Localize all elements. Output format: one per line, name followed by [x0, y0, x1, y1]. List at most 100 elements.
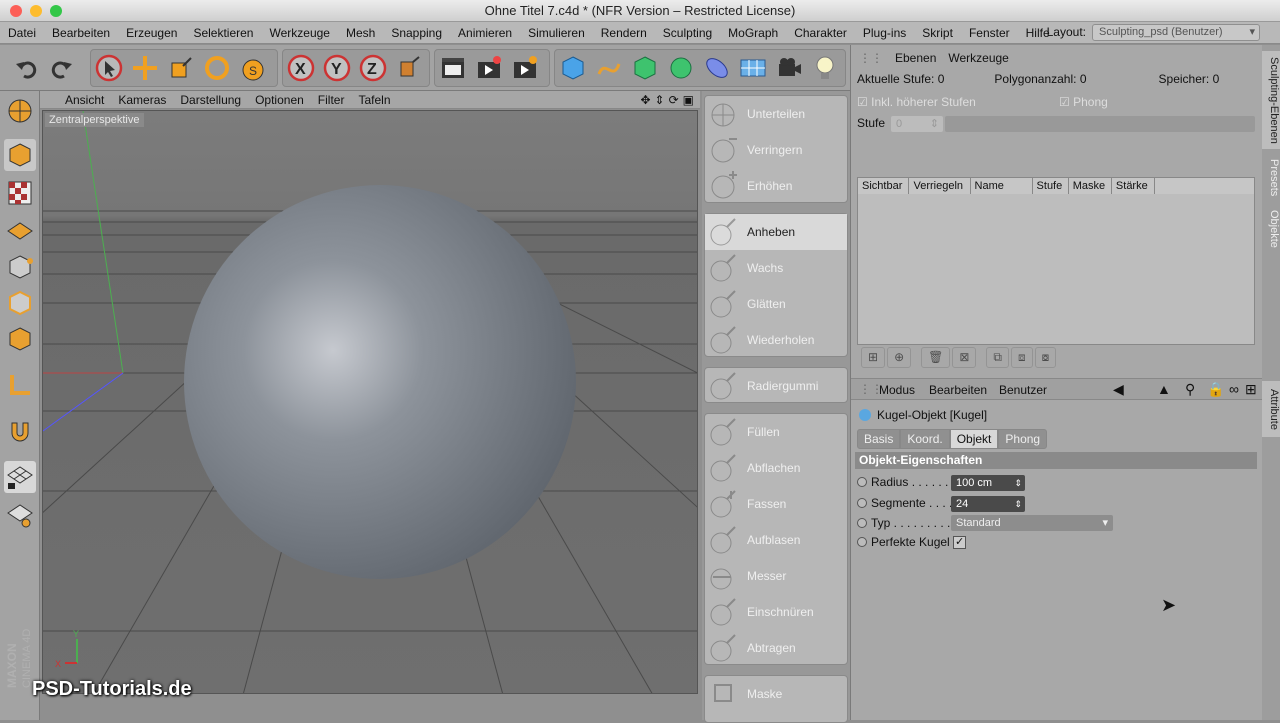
axis-mode-button[interactable]	[4, 369, 36, 401]
brush-glaetten[interactable]: Glätten	[705, 286, 847, 322]
phong-option[interactable]: ☑ Phong	[1059, 95, 1108, 109]
tab-basis[interactable]: Basis	[857, 429, 901, 449]
menu-fenster[interactable]: Fenster	[961, 26, 1018, 40]
search-icon[interactable]: ⚲	[1185, 381, 1195, 398]
brush-fuellen[interactable]: Füllen	[705, 414, 847, 450]
menu-selektieren[interactable]: Selektieren	[185, 26, 261, 40]
spline-object-button[interactable]	[594, 53, 624, 83]
viewport-menu-ansicht[interactable]: Ansicht	[58, 93, 111, 107]
render-settings-button[interactable]	[510, 53, 540, 83]
maximize-view-icon[interactable]: ▣	[683, 93, 694, 107]
undo-button[interactable]	[12, 53, 42, 83]
brush-messer[interactable]: Messer	[705, 558, 847, 594]
menu-werkzeuge[interactable]: Werkzeuge	[261, 26, 337, 40]
add-folder-icon[interactable]: ⊕	[887, 347, 912, 368]
animation-dot-icon[interactable]	[857, 477, 867, 487]
brush-verringern[interactable]: Verringern	[705, 132, 847, 168]
attr-menu-benutzer[interactable]: Benutzer	[999, 383, 1047, 397]
brush-aufblasen[interactable]: Aufblasen	[705, 522, 847, 558]
tab-werkzeuge[interactable]: Werkzeuge	[948, 51, 1008, 65]
polygons-mode-button[interactable]	[4, 323, 36, 355]
tab-koord[interactable]: Koord.	[900, 429, 950, 449]
menu-animieren[interactable]: Animieren	[450, 26, 520, 40]
brush-wiederholen[interactable]: Wiederholen	[705, 322, 847, 358]
tab-ebenen[interactable]: Ebenen	[895, 51, 936, 65]
live-select-button[interactable]: S	[240, 53, 270, 83]
redo-button[interactable]	[46, 53, 76, 83]
x-axis-lock-button[interactable]: X	[286, 53, 316, 83]
menu-rendern[interactable]: Rendern	[593, 26, 655, 40]
environment-object-button[interactable]	[738, 53, 768, 83]
scale-tool-button[interactable]	[166, 53, 196, 83]
add-layer-icon[interactable]: ⊞	[861, 347, 886, 368]
back-arrow-icon[interactable]: ◀	[1113, 381, 1124, 398]
orbit-icon[interactable]: ⟳	[669, 93, 679, 107]
brush-maske[interactable]: Maske	[705, 676, 847, 712]
new-panel-icon[interactable]: ⊞	[1245, 381, 1257, 398]
y-axis-lock-button[interactable]: Y	[322, 53, 352, 83]
sphere-object[interactable]	[184, 185, 576, 579]
animation-dot-icon[interactable]	[857, 518, 867, 528]
array-object-button[interactable]	[666, 53, 696, 83]
viewport-menu-filter[interactable]: Filter	[311, 93, 352, 107]
animation-dot-icon[interactable]	[857, 498, 867, 508]
menu-skript[interactable]: Skript	[914, 26, 961, 40]
coordinate-system-button[interactable]	[394, 53, 424, 83]
stufe-slider[interactable]	[945, 116, 1255, 132]
brush-erhoehen[interactable]: Erhöhen	[705, 168, 847, 204]
menu-bearbeiten[interactable]: Bearbeiten	[44, 26, 118, 40]
brush-abflachen[interactable]: Abflachen	[705, 450, 847, 486]
type-select[interactable]: Standard ▾	[951, 515, 1113, 531]
zoom-window-button[interactable]	[50, 5, 62, 17]
edges-mode-button[interactable]	[4, 287, 36, 319]
nurbs-object-button[interactable]	[630, 53, 660, 83]
col-sichtbar[interactable]: Sichtbar	[858, 178, 910, 194]
animation-dot-icon[interactable]	[857, 537, 867, 547]
menu-sculpting[interactable]: Sculpting	[655, 26, 720, 40]
viewport-menu-optionen[interactable]: Optionen	[248, 93, 311, 107]
brush-einschnueren[interactable]: Einschnüren	[705, 594, 847, 630]
3d-viewport[interactable]: Y X Zentralperspektive	[42, 110, 698, 694]
col-verriegeln[interactable]: Verriegeln	[908, 178, 971, 194]
tab-objekt[interactable]: Objekt	[949, 429, 999, 449]
dolly-icon[interactable]: ⇕	[655, 93, 665, 107]
select-tool-button[interactable]	[94, 53, 124, 83]
include-higher-option[interactable]: ☑ Inkl. höherer Stufen	[857, 95, 976, 109]
minimize-window-button[interactable]	[30, 5, 42, 17]
tab-phong[interactable]: Phong	[998, 429, 1048, 449]
render-view-button[interactable]	[438, 53, 468, 83]
cube-object-button[interactable]	[558, 53, 588, 83]
magnet-tool-button[interactable]	[4, 415, 36, 447]
z-axis-lock-button[interactable]: Z	[358, 53, 388, 83]
sculpt-grid-button[interactable]	[4, 499, 36, 531]
menu-simulieren[interactable]: Simulieren	[520, 26, 593, 40]
menu-erzeugen[interactable]: Erzeugen	[118, 26, 185, 40]
side-tab-presets[interactable]: Presets	[1262, 155, 1280, 201]
side-tab-attribute[interactable]: Attribute	[1262, 381, 1280, 437]
perfect-sphere-checkbox[interactable]: ✓	[953, 535, 967, 549]
menu-mograph[interactable]: MoGraph	[720, 26, 786, 40]
stufe-stepper[interactable]: 0 ⇕	[891, 116, 943, 132]
texture-mode-button[interactable]	[4, 177, 36, 209]
attr-menu-bearbeiten[interactable]: Bearbeiten	[929, 383, 987, 397]
rotate-tool-button[interactable]	[202, 53, 232, 83]
sculpt-lock-button[interactable]	[4, 461, 36, 493]
col-maske[interactable]: Maske	[1068, 178, 1112, 194]
workplane-mode-button[interactable]	[4, 213, 36, 245]
camera-object-button[interactable]	[774, 53, 804, 83]
deformer-object-button[interactable]	[702, 53, 732, 83]
model-mode-button[interactable]	[4, 139, 36, 171]
menu-snapping[interactable]: Snapping	[383, 26, 450, 40]
edit-mode-button[interactable]	[4, 95, 36, 127]
menu-mesh[interactable]: Mesh	[338, 26, 383, 40]
col-stufe[interactable]: Stufe	[1032, 178, 1069, 194]
points-mode-button[interactable]	[4, 251, 36, 283]
trash-icon[interactable]: 🗑	[921, 347, 951, 368]
segments-input[interactable]: 24 ⇕	[951, 496, 1025, 512]
viewport-menu-darstellung[interactable]: Darstellung	[173, 93, 248, 107]
side-tab-sculpting-ebenen[interactable]: Sculpting-Ebenen	[1262, 51, 1280, 149]
viewport-menu-kameras[interactable]: Kameras	[111, 93, 173, 107]
menu-charakter[interactable]: Charakter	[786, 26, 855, 40]
merge-icon[interactable]: ⧉	[986, 347, 1009, 368]
clear-layer-icon[interactable]: ⊠	[952, 347, 977, 368]
